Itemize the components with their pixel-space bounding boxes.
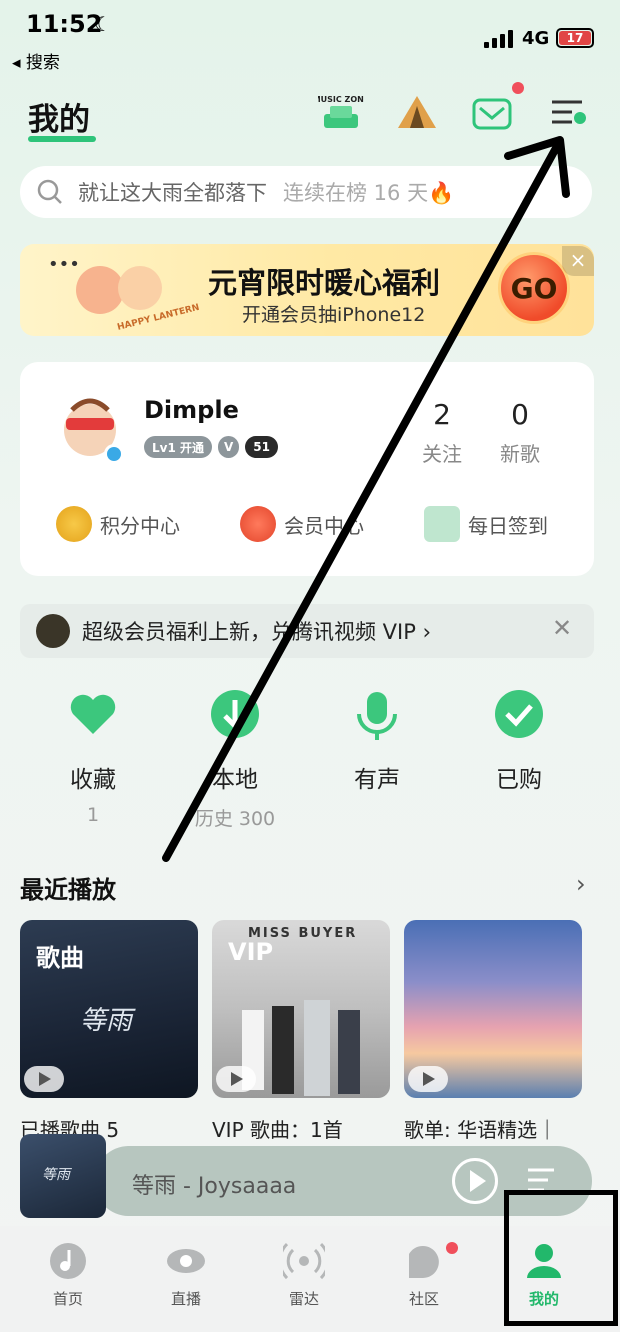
annotation-arrow	[162, 136, 570, 862]
annotation-highlight-box	[504, 1190, 618, 1326]
